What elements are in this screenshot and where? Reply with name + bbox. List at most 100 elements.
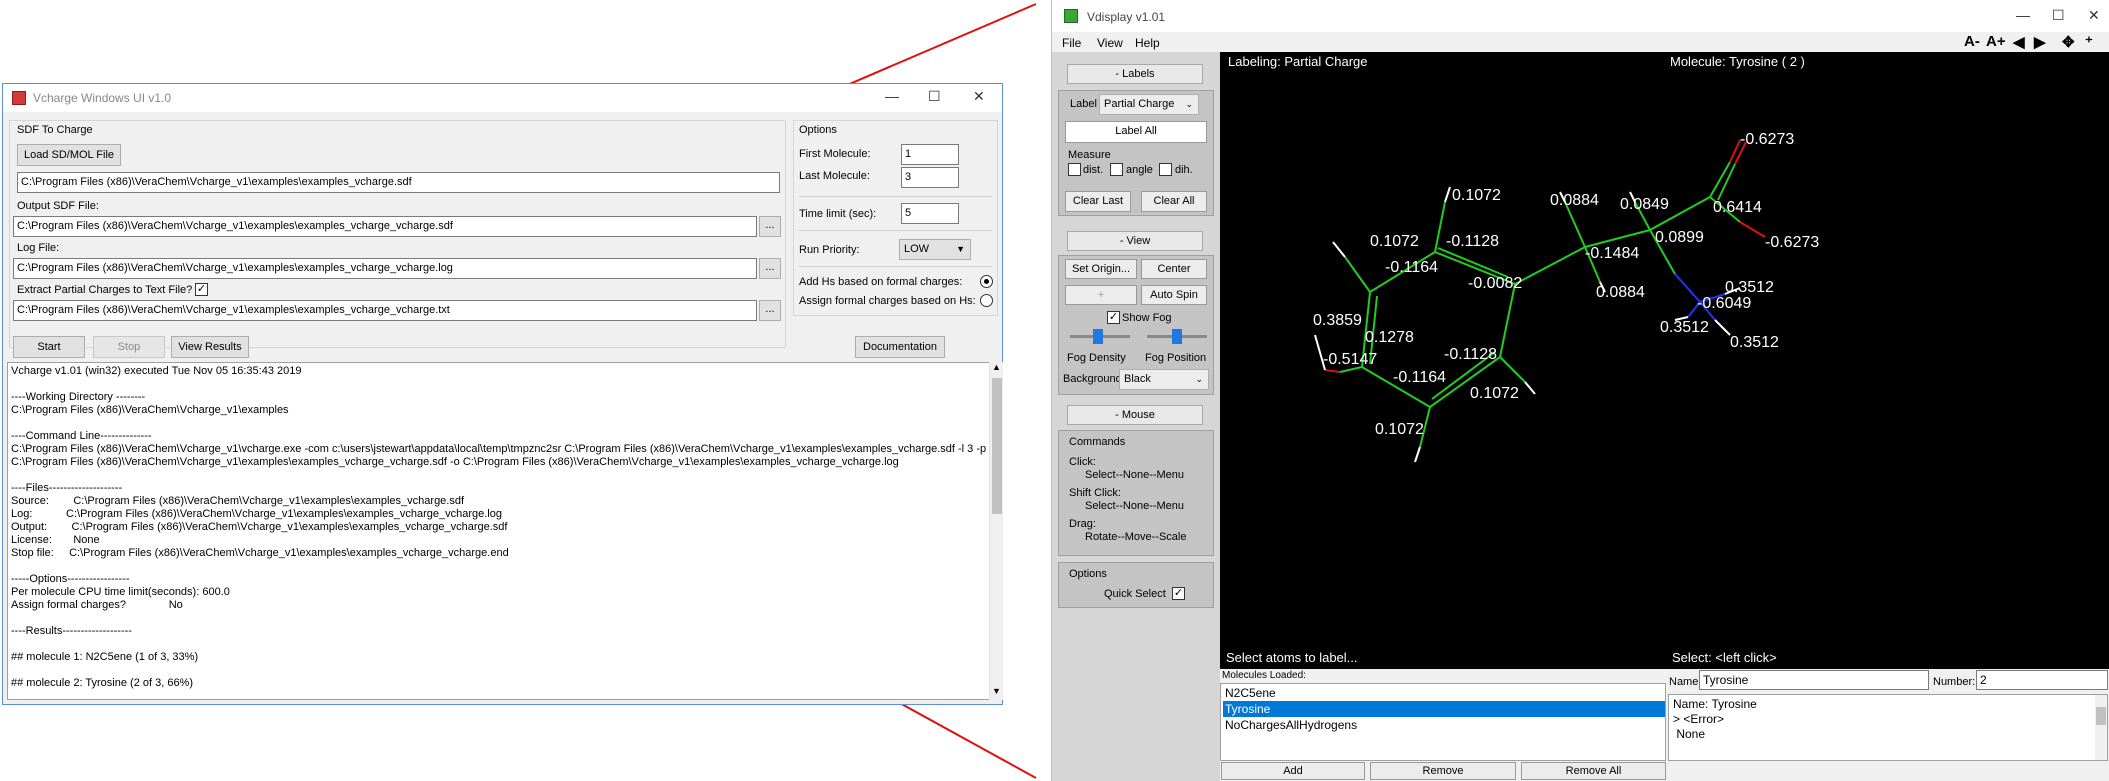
zoom-icon[interactable]: ⁺ <box>2085 33 2093 51</box>
molecule-canvas[interactable]: Labeling: Partial Charge Molecule: Tyros… <box>1220 52 2109 669</box>
add-button[interactable]: + <box>1065 285 1137 305</box>
fog-position-slider[interactable] <box>1172 329 1182 344</box>
molecule-structure[interactable]: -0.6273 0.6414 -0.6273 0.0849 0.0899 0.0… <box>1220 52 2109 669</box>
load-sdf-button[interactable]: Load SD/MOL File <box>17 144 121 166</box>
close-icon[interactable]: ✕ <box>973 88 985 105</box>
atom-label: -0.1484 <box>1585 245 1639 262</box>
app-icon <box>12 91 26 105</box>
add-hs-radio[interactable] <box>980 275 993 288</box>
vcharge-window: Vcharge Windows UI v1.0 — ☐ ✕ SDF To Cha… <box>2 83 1003 705</box>
number-label: Number: <box>1933 676 1976 688</box>
info-line: > <Error> <box>1673 712 1725 726</box>
scroll-up-icon[interactable]: ▲ <box>992 362 1001 372</box>
molecule-item-nocharges[interactable]: NoChargesAllHydrogens <box>1223 717 1665 733</box>
remove-all-button[interactable]: Remove All <box>1521 762 1666 780</box>
mouse-box: Commands Click: Select--None--Menu Shift… <box>1058 430 1214 556</box>
background-select[interactable]: Black ⌄ <box>1119 369 1209 390</box>
molecule-item-tyrosine[interactable]: Tyrosine <box>1223 701 1665 717</box>
click-action: Select--None--Menu <box>1085 469 1185 481</box>
view-box: Set Origin... Center + Auto Spin ✓ Show … <box>1058 255 1214 395</box>
minimize-icon[interactable]: — <box>2016 7 2030 23</box>
previous-icon[interactable]: ◀ <box>2013 33 2025 51</box>
scroll-thumb[interactable] <box>2096 707 2106 725</box>
window-title: Vcharge Windows UI v1.0 <box>33 91 172 105</box>
assign-formal-radio[interactable] <box>980 294 993 307</box>
center-button[interactable]: Center <box>1141 259 1207 279</box>
atom-label: 0.0884 <box>1550 192 1599 209</box>
add-molecule-button[interactable]: Add <box>1221 762 1365 780</box>
menu-help[interactable]: Help <box>1135 36 1160 50</box>
view-results-button[interactable]: View Results <box>171 336 249 358</box>
last-molecule-input[interactable]: 3 <box>901 167 959 188</box>
scroll-thumb[interactable] <box>992 378 1002 514</box>
name-label: Name: <box>1669 676 1702 688</box>
molecules-loaded-label: Molecules Loaded: <box>1222 670 1306 681</box>
menu-view[interactable]: View <box>1097 36 1123 50</box>
dih-checkbox[interactable] <box>1159 163 1172 176</box>
quick-select-checkbox[interactable]: ✓ <box>1172 587 1185 600</box>
extract-checkbox[interactable]: ✓ <box>195 283 208 296</box>
maximize-icon[interactable]: ☐ <box>928 88 941 105</box>
labels-section-toggle[interactable]: - Labels <box>1067 64 1203 84</box>
sdf-group-title: SDF To Charge <box>17 124 93 136</box>
mouse-section-toggle[interactable]: - Mouse <box>1067 405 1203 425</box>
add-hs-label: Add Hs based on formal charges: <box>799 276 963 288</box>
clear-all-button[interactable]: Clear All <box>1141 191 1207 212</box>
remove-molecule-button[interactable]: Remove <box>1370 762 1516 780</box>
atom-label: 0.3512 <box>1725 279 1774 296</box>
molecule-item-n2c5ene[interactable]: N2C5ene <box>1223 685 1665 701</box>
log-line: Log: C:\Program Files (x86)\VeraChem\Vch… <box>11 508 502 520</box>
font-decrease-icon[interactable]: A- <box>1964 33 1980 50</box>
label-mode-value: Partial Charge <box>1104 98 1175 110</box>
atom-label: 0.1072 <box>1375 421 1424 438</box>
set-origin-button[interactable]: Set Origin... <box>1065 259 1137 279</box>
log-output[interactable]: Vcharge v1.01 (win32) executed Tue Nov 0… <box>7 362 990 700</box>
next-icon[interactable]: ▶ <box>2034 33 2046 51</box>
close-icon[interactable]: ✕ <box>2088 7 2100 24</box>
txt-browse-button[interactable]: ... <box>759 300 781 321</box>
time-limit-input[interactable]: 5 <box>901 203 959 224</box>
molecule-info[interactable]: Name: Tyrosine > <Error> None <box>1668 694 2108 761</box>
atom-label: -0.5147 <box>1323 351 1377 368</box>
name-input[interactable]: Tyrosine <box>1699 670 1929 690</box>
menu-file[interactable]: File <box>1062 36 1081 50</box>
move-icon[interactable]: ✥ <box>2062 33 2075 51</box>
molecule-list[interactable]: N2C5ene Tyrosine NoChargesAllHydrogens <box>1220 683 1666 761</box>
label-all-button[interactable]: Label All <box>1065 121 1207 143</box>
options-divider <box>799 230 992 231</box>
font-increase-icon[interactable]: A+ <box>1986 33 2006 50</box>
atom-label: 0.1072 <box>1452 187 1501 204</box>
angle-checkbox[interactable] <box>1110 163 1123 176</box>
maximize-icon[interactable]: ☐ <box>2052 7 2065 24</box>
log-scrollbar[interactable]: ▲ ▼ <box>989 362 1003 700</box>
txt-path-input[interactable]: C:\Program Files (x86)\VeraChem\Vcharge_… <box>13 300 757 321</box>
output-browse-button[interactable]: ... <box>759 216 781 237</box>
clear-last-button[interactable]: Clear Last <box>1065 191 1131 212</box>
log-path-input[interactable]: C:\Program Files (x86)\VeraChem\Vcharge_… <box>13 258 757 279</box>
log-browse-button[interactable]: ... <box>759 258 781 279</box>
log-line: License: None <box>11 534 100 546</box>
fog-density-slider[interactable] <box>1093 329 1103 344</box>
options-caption: Options <box>1069 568 1107 580</box>
atom-label: 0.0899 <box>1655 229 1704 246</box>
auto-spin-button[interactable]: Auto Spin <box>1141 285 1207 305</box>
number-input[interactable]: 2 <box>1976 670 2108 690</box>
info-scrollbar[interactable] <box>2095 695 2107 760</box>
scroll-down-icon[interactable]: ▼ <box>992 686 1001 696</box>
priority-select[interactable]: LOW ▼ <box>899 239 971 260</box>
sdf-path-input[interactable]: C:\Program Files (x86)\VeraChem\Vcharge_… <box>17 172 780 193</box>
log-line: Assign formal charges? No <box>11 599 183 611</box>
show-fog-checkbox[interactable]: ✓ <box>1107 311 1120 324</box>
output-path-input[interactable]: C:\Program Files (x86)\VeraChem\Vcharge_… <box>13 216 757 237</box>
label-mode-select[interactable]: Partial Charge ⌄ <box>1099 94 1199 115</box>
documentation-button[interactable]: Documentation <box>855 336 945 358</box>
log-line: ----Command Line-------------- <box>11 430 152 442</box>
stop-button[interactable]: Stop <box>93 336 165 358</box>
dist-checkbox[interactable] <box>1068 163 1081 176</box>
view-section-toggle[interactable]: - View <box>1067 231 1203 251</box>
first-molecule-input[interactable]: 1 <box>901 144 959 165</box>
minimize-icon[interactable]: — <box>885 88 899 104</box>
fog-position-label: Fog Position <box>1145 352 1207 364</box>
start-button[interactable]: Start <box>13 336 85 358</box>
